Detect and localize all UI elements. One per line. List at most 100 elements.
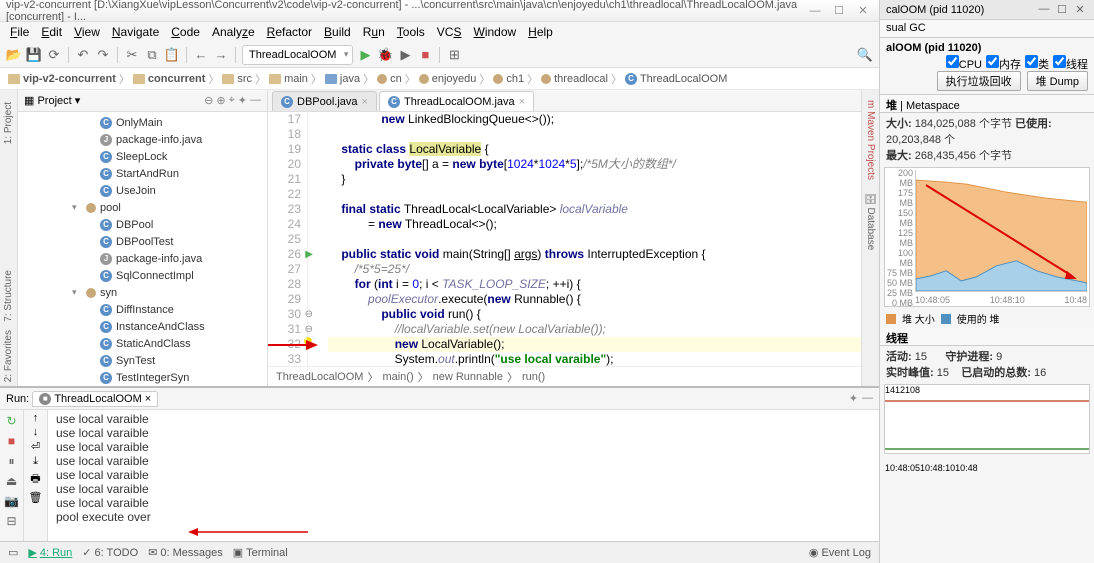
crumb-module[interactable]: concurrent [133, 73, 205, 85]
tree-item[interactable]: CStartAndRun [18, 165, 267, 182]
status-messages[interactable]: ✉ 0: Messages [148, 546, 223, 559]
scroll-icon[interactable]: ⤓ [33, 455, 38, 468]
database-tab[interactable]: 🗄 Database [865, 186, 876, 256]
cut-icon[interactable]: ✂ [124, 47, 140, 63]
menu-run[interactable]: Run [357, 23, 391, 41]
menu-code[interactable]: Code [165, 23, 206, 41]
rerun-icon[interactable]: ↻ [3, 412, 21, 430]
tree-item[interactable]: CSynTest [18, 352, 267, 369]
status-terminal[interactable]: ▣ Terminal [233, 546, 288, 559]
tab-favorites[interactable]: 2: Favorites [3, 326, 14, 386]
status-bar-icon[interactable]: ▭ [8, 546, 18, 559]
structure-icon[interactable]: ⊞ [446, 47, 462, 63]
tree-item[interactable]: ▾pool [18, 199, 267, 216]
close-tab-icon[interactable]: × [362, 96, 368, 108]
debug-icon[interactable]: 🐞 [377, 47, 393, 63]
crumb-java[interactable]: java [325, 73, 360, 85]
crumb-enjoyedu[interactable]: enjoyedu [419, 73, 477, 85]
tree-item[interactable]: CTestIntegerSyn [18, 369, 267, 386]
wrap-icon[interactable]: ⏎ [31, 440, 40, 453]
menu-analyze[interactable]: Analyze [206, 23, 261, 41]
sync-icon[interactable]: ⟳ [46, 47, 62, 63]
tree-item[interactable]: COnlyMain [18, 114, 267, 131]
dump-icon[interactable]: 📷 [3, 492, 21, 510]
redo-icon[interactable]: ↷ [95, 47, 111, 63]
menu-view[interactable]: View [68, 23, 106, 41]
tab-structure[interactable]: 7: Structure [3, 266, 14, 326]
tree-item[interactable]: Jpackage-info.java [18, 250, 267, 267]
editor-tab-dbpool[interactable]: CDBPool.java× [272, 91, 377, 111]
collapse-icon[interactable]: ⊖ [204, 94, 213, 107]
profiler-tab[interactable]: sual GC [880, 20, 1094, 38]
menu-navigate[interactable]: Navigate [106, 23, 165, 41]
tree-item[interactable]: CStaticAndClass [18, 335, 267, 352]
tree-item[interactable]: CSqlConnectImpl [18, 267, 267, 284]
hide-icon[interactable]: — [250, 94, 261, 107]
code-editor[interactable]: 17181920212223242526▶27282930⊖31⊖32💡3334… [268, 112, 861, 366]
min-icon[interactable]: — [1036, 3, 1052, 16]
coverage-icon[interactable]: ▶ [397, 47, 413, 63]
close-tab-icon[interactable]: × [519, 96, 525, 108]
tree-item[interactable]: CDiffInstance [18, 301, 267, 318]
paste-icon[interactable]: 📋 [164, 47, 180, 63]
minimize-icon[interactable]: — [805, 4, 825, 18]
close-icon[interactable]: ✕ [1072, 3, 1088, 16]
stop-icon[interactable]: ■ [417, 47, 433, 63]
dump-button[interactable]: 堆 Dump [1027, 71, 1088, 91]
crumb-class[interactable]: CThreadLocalOOM [625, 73, 727, 85]
tab-project[interactable]: 1: Project [3, 98, 14, 148]
cb-cpu[interactable]: CPU [946, 55, 982, 71]
close-icon[interactable]: ✕ [853, 4, 873, 18]
expand-icon[interactable]: ⊕ [216, 94, 225, 107]
status-eventlog[interactable]: ◉ Event Log [809, 546, 871, 559]
status-run[interactable]: ▶4: Run [28, 546, 72, 559]
print-icon[interactable]: 🖶 [30, 470, 40, 489]
console[interactable]: use local varaibleuse local varaibleuse … [48, 410, 879, 541]
gear-icon[interactable]: ✦ [238, 94, 247, 107]
gc-button[interactable]: 执行垃圾回收 [937, 71, 1021, 91]
menu-refactor[interactable]: Refactor [261, 23, 318, 41]
run-icon[interactable]: ▶ [357, 47, 373, 63]
open-icon[interactable]: 📂 [6, 47, 22, 63]
maven-tab[interactable]: m Maven Projects [865, 94, 876, 186]
run-hide-icon[interactable]: — [862, 392, 873, 405]
tree-item[interactable]: CDBPool [18, 216, 267, 233]
tree-item[interactable]: CUseJoin [18, 182, 267, 199]
tree-item[interactable]: Jpackage-info.java [18, 131, 267, 148]
cb-class[interactable]: 类 [1025, 55, 1049, 72]
cb-thread[interactable]: 线程 [1053, 55, 1088, 72]
run-gear-icon[interactable]: ✦ [849, 392, 858, 405]
menu-vcs[interactable]: VCS [431, 23, 468, 41]
back-icon[interactable]: ← [193, 47, 209, 63]
down-icon[interactable]: ↓ [33, 426, 39, 438]
run-config-combo[interactable]: ThreadLocalOOM [242, 45, 353, 65]
exit-icon[interactable]: ⏏ [3, 472, 21, 490]
crumb-src[interactable]: src [222, 73, 252, 85]
stop-run-icon[interactable]: ■ [3, 432, 21, 450]
crumb-ch1[interactable]: ch1 [493, 73, 524, 85]
menu-help[interactable]: Help [522, 23, 559, 41]
run-tab[interactable]: ■ThreadLocalOOM× [32, 391, 158, 407]
up-icon[interactable]: ↑ [33, 412, 39, 424]
editor-tab-threadlocaloom[interactable]: CThreadLocalOOM.java× [379, 91, 534, 111]
crumb-cn[interactable]: cn [377, 73, 402, 85]
cb-mem[interactable]: 内存 [986, 55, 1021, 72]
menu-build[interactable]: Build [318, 23, 357, 41]
heap-tabs[interactable]: 堆 | Metaspace [880, 95, 1094, 113]
tree-item[interactable]: CInstanceAndClass [18, 318, 267, 335]
forward-icon[interactable]: → [213, 47, 229, 63]
project-tree-title[interactable]: ▦ Project ▾ [24, 94, 80, 107]
max-icon[interactable]: ☐ [1054, 3, 1070, 16]
menu-tools[interactable]: Tools [391, 23, 431, 41]
save-icon[interactable]: 💾 [26, 47, 42, 63]
crumb-project[interactable]: vip-v2-concurrent [8, 73, 116, 85]
tree-item[interactable]: CSleepLock [18, 148, 267, 165]
undo-icon[interactable]: ↶ [75, 47, 91, 63]
status-todo[interactable]: ✓ 6: TODO [82, 546, 138, 559]
select-icon[interactable]: ⌖ [229, 94, 235, 107]
maximize-icon[interactable]: ☐ [829, 4, 849, 18]
menu-file[interactable]: File [4, 23, 35, 41]
menu-window[interactable]: Window [467, 23, 522, 41]
pin-icon[interactable]: ⊟ [3, 512, 21, 530]
pause-icon[interactable]: ⏸ [3, 452, 21, 470]
